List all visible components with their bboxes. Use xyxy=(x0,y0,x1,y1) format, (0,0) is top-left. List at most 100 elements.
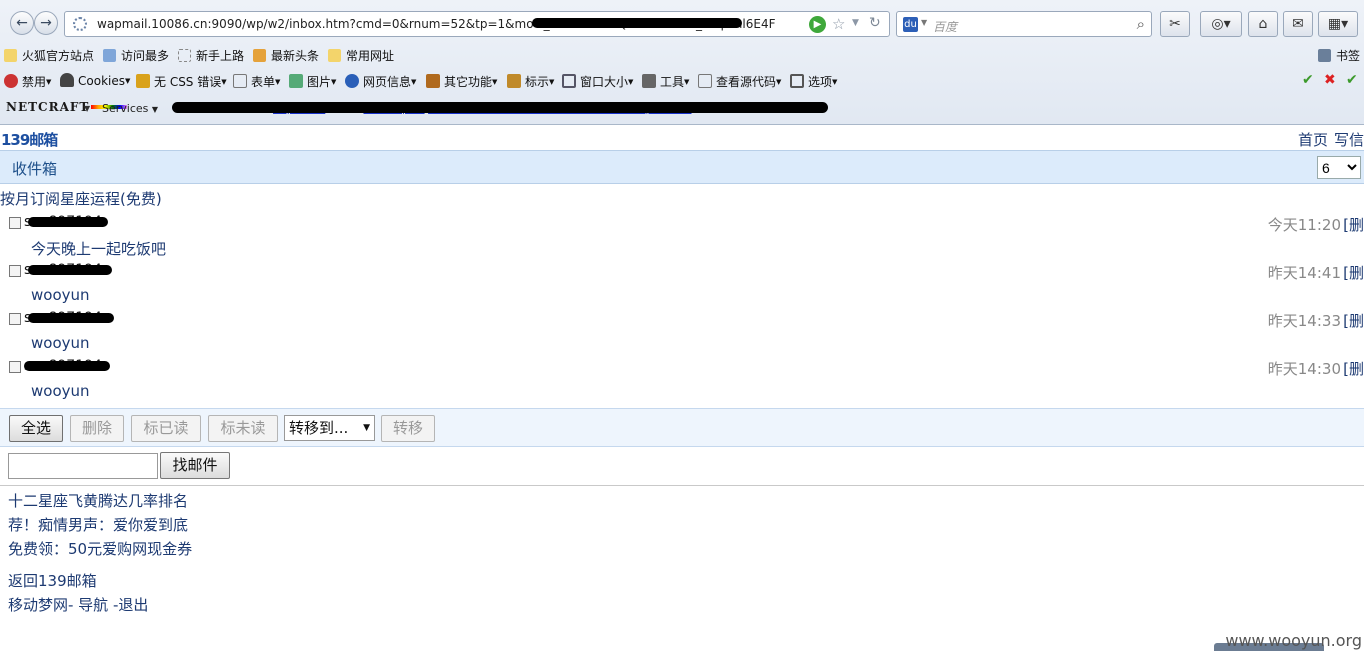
email-row: sae897194 wooyun 昨天14:33 [删 xyxy=(0,310,1364,358)
delete-button[interactable]: 删除 xyxy=(70,415,124,442)
bookmark-item[interactable]: 最新头条 xyxy=(253,47,319,64)
mark-unread-button[interactable]: 标未读 xyxy=(208,415,278,442)
email-row: sae897194 wooyun 昨天14:41 [删 xyxy=(0,262,1364,310)
pencil-icon xyxy=(136,74,150,88)
loading-icon xyxy=(73,17,87,31)
check-green-icon[interactable]: ✔ xyxy=(1302,72,1314,88)
wd-forms[interactable]: 表单▼ xyxy=(233,73,280,90)
bookmarks-icon xyxy=(1318,49,1331,62)
netcraft-dropdown-icon[interactable]: ▼ xyxy=(84,104,90,113)
mail-search-input[interactable] xyxy=(8,453,158,479)
home-icon[interactable]: ⌂ xyxy=(1248,11,1278,37)
action-toolbar: 全选 删除 标已读 标未读 转移到... ▼ 转移 xyxy=(0,408,1364,447)
redaction-mark xyxy=(28,265,112,275)
email-row: sae897194 wooyun 昨天14:30 [删 xyxy=(0,358,1364,406)
wd-source[interactable]: 查看源代码▼ xyxy=(698,73,781,90)
email-row: sae897194 今天晚上一起吃饭吧 今天11:20 [删 xyxy=(0,214,1364,262)
footer-links: 返回139邮箱 移动梦网- 导航 -退出 xyxy=(8,569,148,617)
mail-search: 找邮件 xyxy=(0,450,1364,486)
form-icon xyxy=(233,74,247,88)
web-developer-toolbar: 禁用▼ Cookies▼ 无 CSS 错误▼ 表单▼ 图片▼ 网页信息▼ 其它功… xyxy=(0,70,1364,92)
promo-link[interactable]: 按月订阅星座运程(免费) xyxy=(0,188,162,209)
go-icon[interactable]: ▶ xyxy=(809,16,826,33)
move-to-select[interactable]: 转移到... ▼ xyxy=(284,415,375,441)
grid-icon[interactable]: ▦▾ xyxy=(1318,11,1358,37)
search-icon[interactable]: ⌕ xyxy=(1137,15,1145,33)
services-menu[interactable]: Services ▼ xyxy=(102,102,158,115)
wd-images[interactable]: 图片▼ xyxy=(289,73,336,90)
email-checkbox[interactable] xyxy=(9,265,21,277)
email-subject[interactable]: wooyun xyxy=(31,382,90,400)
mail-icon[interactable]: ✉ xyxy=(1283,11,1313,37)
select-all-button[interactable]: 全选 xyxy=(9,415,63,442)
image-icon xyxy=(289,74,303,88)
folder-header: 收件箱 6 xyxy=(0,150,1364,184)
forward-button[interactable]: → xyxy=(34,11,58,35)
search-placeholder[interactable]: 百度 xyxy=(933,18,957,35)
back-to-139-link[interactable]: 返回139邮箱 xyxy=(8,569,148,593)
rss-icon xyxy=(253,49,266,62)
misc-icon xyxy=(426,74,440,88)
bookmark-item[interactable]: 新手上路 xyxy=(178,47,244,64)
search-box[interactable]: du ▼ 百度 ⌕ xyxy=(896,11,1152,37)
wd-info[interactable]: 网页信息▼ xyxy=(345,73,416,90)
wd-resize[interactable]: 窗口大小▼ xyxy=(562,73,633,90)
find-mail-button[interactable]: 找邮件 xyxy=(160,452,230,479)
ad-link[interactable]: 荐！痴情男声：爱你爱到底 xyxy=(8,513,192,537)
bookmark-item[interactable]: 火狐官方站点 xyxy=(4,47,94,64)
wd-options[interactable]: 选项▼ xyxy=(790,73,837,90)
email-checkbox[interactable] xyxy=(9,361,21,373)
engine-dropdown-icon[interactable]: ▼ xyxy=(921,18,927,27)
wd-outline[interactable]: 标示▼ xyxy=(507,73,554,90)
error-red-icon[interactable]: ✖ xyxy=(1324,72,1336,88)
bookmarks-toolbar: 火狐官方站点 访问最多 新手上路 最新头条 常用网址 书签 xyxy=(0,44,1364,66)
bookmark-star-icon[interactable]: ☆ xyxy=(832,15,845,33)
watermark: www.wooyun.org xyxy=(1225,631,1362,650)
ad-link[interactable]: 免费领：50元爱购网现金券 xyxy=(8,537,192,561)
bookmark-item[interactable]: 常用网址 xyxy=(328,47,394,64)
history-dropdown-icon[interactable]: ▼ xyxy=(852,18,859,28)
home-link[interactable]: 首页 xyxy=(1298,131,1328,149)
redaction-mark xyxy=(172,102,828,113)
scissors-icon[interactable]: ✂ xyxy=(1160,11,1190,37)
email-subject[interactable]: 今天晚上一起吃饭吧 xyxy=(31,238,166,259)
logo[interactable]: 139邮箱 xyxy=(1,129,58,150)
email-checkbox[interactable] xyxy=(9,313,21,325)
compose-link[interactable]: 写信 xyxy=(1334,131,1364,149)
folder-icon xyxy=(328,49,341,62)
email-time: 昨天14:30 xyxy=(1267,360,1341,378)
wd-tools[interactable]: 工具▼ xyxy=(642,73,689,90)
email-delete-link[interactable]: [删 xyxy=(1343,262,1364,283)
bookmark-item[interactable]: 访问最多 xyxy=(103,47,169,64)
ad-link[interactable]: 十二星座飞黄腾达几率排名 xyxy=(8,489,192,513)
user-icon xyxy=(60,73,74,87)
disable-icon xyxy=(4,74,18,88)
email-delete-link[interactable]: [删 xyxy=(1343,214,1364,235)
folder-title: 收件箱 xyxy=(12,160,58,178)
wd-misc[interactable]: 其它功能▼ xyxy=(426,73,497,90)
email-delete-link[interactable]: [删 xyxy=(1343,358,1364,379)
chevron-down-icon: ▼ xyxy=(363,423,370,433)
address-bar[interactable]: wapmail.10086.cn:9090/wp/w2/inbox.htm?cm… xyxy=(64,11,890,37)
bookmarks-menu[interactable]: 书签 xyxy=(1318,47,1360,64)
mark-read-button[interactable]: 标已读 xyxy=(131,415,201,442)
portal-nav-exit-links[interactable]: 移动梦网- 导航 -退出 xyxy=(8,593,148,617)
baidu-icon[interactable]: du xyxy=(903,17,918,32)
folder-icon xyxy=(4,49,17,62)
wd-disable[interactable]: 禁用▼ xyxy=(4,73,51,90)
wd-css[interactable]: 无 CSS 错误▼ xyxy=(136,73,227,90)
wd-cookies[interactable]: Cookies▼ xyxy=(60,73,130,88)
page-select[interactable]: 6 xyxy=(1317,156,1361,179)
addon-icon[interactable]: ◎▾ xyxy=(1200,11,1242,37)
redaction-mark xyxy=(24,361,110,371)
back-button[interactable]: ← xyxy=(10,11,34,35)
check-green-icon[interactable]: ✔ xyxy=(1346,72,1358,88)
reload-icon[interactable]: ↻ xyxy=(869,15,881,31)
email-subject[interactable]: wooyun xyxy=(31,334,90,352)
move-button[interactable]: 转移 xyxy=(381,415,435,442)
email-delete-link[interactable]: [删 xyxy=(1343,310,1364,331)
top-links: 首页 写信 xyxy=(1292,129,1364,150)
email-time: 昨天14:41 xyxy=(1267,264,1341,282)
email-checkbox[interactable] xyxy=(9,217,21,229)
email-subject[interactable]: wooyun xyxy=(31,286,90,304)
